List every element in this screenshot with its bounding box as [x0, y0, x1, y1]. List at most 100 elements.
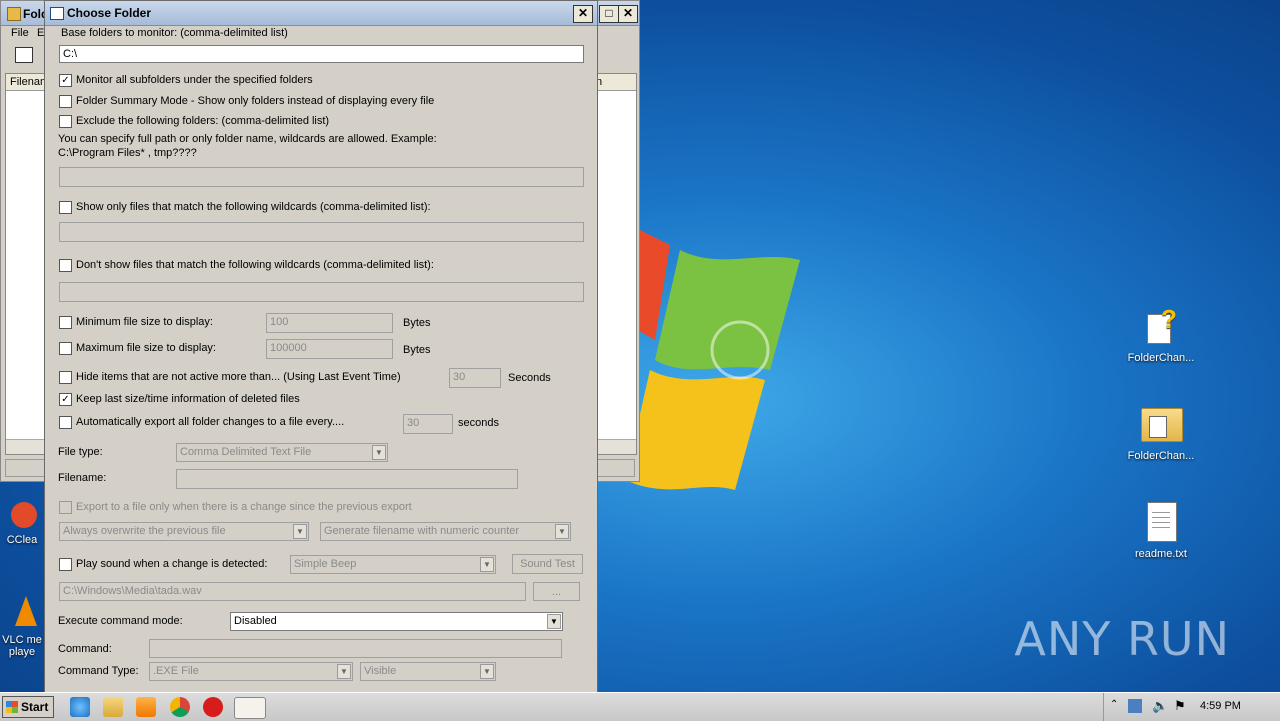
monitor-subfolders-checkbox[interactable]: ✓ [59, 74, 72, 87]
sound-type-select[interactable]: Simple Beep ▼ [290, 555, 496, 574]
chevron-down-icon: ▼ [555, 524, 569, 539]
desktop-icon-folderchanges-folder[interactable]: FolderChan... [1116, 402, 1206, 462]
command-input[interactable] [149, 639, 562, 658]
keep-last-label: Keep last size/time information of delet… [76, 393, 300, 405]
anyrun-watermark: ANY RUN [1014, 612, 1230, 666]
auto-export-label: Automatically export all folder changes … [76, 416, 345, 428]
max-size-label: Maximum file size to display: [76, 342, 216, 354]
chevron-down-icon: ▼ [372, 445, 386, 460]
auto-export-unit: seconds [458, 417, 499, 429]
filename-input[interactable] [176, 469, 518, 489]
min-size-input[interactable]: 100 [266, 313, 393, 333]
exclude-example: C:\Program Files* , tmp???? [58, 147, 197, 159]
show-hidden-icons-icon[interactable]: ⌃ [1110, 699, 1118, 710]
menu-file[interactable]: File [11, 27, 29, 39]
taskbar: Start ⌃ 🔈 ⚑ 4:59 PM [0, 692, 1280, 721]
window-visibility-value: Visible [364, 665, 397, 677]
toolbar-options-icon[interactable] [15, 47, 33, 63]
monitor-subfolders-label: Monitor all subfolders under the specifi… [76, 74, 313, 86]
summary-mode-label: Folder Summary Mode - Show only folders … [76, 95, 435, 107]
desktop-icon-readme[interactable]: readme.txt [1116, 500, 1206, 560]
chevron-down-icon: ▼ [547, 614, 561, 629]
min-size-checkbox[interactable] [59, 316, 72, 329]
sound-type-value: Simple Beep [294, 558, 357, 570]
hide-inactive-checkbox[interactable] [59, 371, 72, 384]
maximize-button[interactable]: □ [599, 5, 619, 23]
system-tray: ⌃ 🔈 ⚑ 4:59 PM [1103, 693, 1280, 721]
sound-file-input[interactable]: C:\Windows\Media\tada.wav [59, 582, 526, 601]
summary-mode-checkbox[interactable] [59, 95, 72, 108]
play-sound-checkbox[interactable] [59, 558, 72, 571]
action-center-flag-icon[interactable]: ⚑ [1174, 698, 1186, 714]
play-sound-label: Play sound when a change is detected: [76, 558, 268, 570]
show-only-input[interactable] [59, 222, 584, 242]
chevron-down-icon: ▼ [293, 524, 307, 539]
desktop-icon-label: VLC me [2, 634, 42, 646]
file-type-select[interactable]: Comma Delimited Text File ▼ [176, 443, 388, 462]
generate-filename-select[interactable]: Generate filename with numeric counter ▼ [320, 522, 571, 541]
min-size-unit: Bytes [403, 317, 431, 329]
dont-show-input[interactable] [59, 282, 584, 302]
close-button[interactable]: ✕ [618, 5, 638, 23]
show-only-checkbox[interactable] [59, 201, 72, 214]
filename-label: Filename: [58, 472, 107, 484]
max-size-checkbox[interactable] [59, 342, 72, 355]
dont-show-label: Don't show files that match the followin… [76, 259, 434, 271]
exclude-folders-checkbox[interactable] [59, 115, 72, 128]
base-folders-input[interactable]: C:\ [59, 45, 584, 63]
execute-command-mode-select[interactable]: Disabled ▼ [230, 612, 563, 631]
text-file-icon [1139, 500, 1183, 544]
folderchangesview-task-icon[interactable] [234, 697, 266, 719]
keep-last-checkbox[interactable]: ✓ [59, 393, 72, 406]
chevron-down-icon: ▼ [480, 664, 494, 679]
desktop-icon-label: FolderChan... [1127, 450, 1195, 462]
volume-icon[interactable]: 🔈 [1152, 698, 1168, 714]
auto-export-interval-input[interactable]: 30 [403, 414, 453, 434]
desktop-icon-vlc[interactable]: VLC me playe [0, 596, 44, 658]
help-file-icon: ? [1139, 304, 1183, 348]
window-visibility-select[interactable]: Visible ▼ [360, 662, 496, 681]
sound-test-button[interactable]: Sound Test [512, 554, 583, 574]
desktop-icon-folderchanges-help[interactable]: ? FolderChan... [1116, 304, 1206, 364]
dont-show-checkbox[interactable] [59, 259, 72, 272]
network-icon[interactable] [1128, 699, 1142, 713]
command-label: Command: [58, 643, 112, 655]
overwrite-select[interactable]: Always overwrite the previous file ▼ [59, 522, 309, 541]
command-type-label: Command Type: [58, 665, 139, 677]
clock[interactable]: 4:59 PM [1200, 700, 1241, 712]
folder-icon [1139, 402, 1183, 446]
browse-sound-button[interactable]: ... [533, 582, 580, 601]
app-icon [7, 7, 21, 21]
export-on-change-checkbox[interactable] [59, 501, 72, 514]
desktop-icon-label: playe [8, 646, 36, 658]
exclude-folders-label: Exclude the following folders: (comma-de… [76, 115, 330, 127]
choose-folder-dialog[interactable]: Choose Folder ✕ Base folders to monitor:… [44, 0, 598, 694]
file-type-label: File type: [58, 446, 103, 458]
dialog-titlebar: Choose Folder ✕ [45, 1, 597, 26]
execute-command-mode-label: Execute command mode: [58, 615, 183, 627]
chrome-icon[interactable] [170, 697, 190, 717]
exclude-folders-input[interactable] [59, 167, 584, 187]
command-type-value: .EXE File [153, 665, 199, 677]
dialog-close-button[interactable]: ✕ [573, 5, 593, 23]
media-player-icon[interactable] [136, 697, 156, 717]
start-button[interactable]: Start [2, 696, 54, 718]
dialog-icon [50, 7, 64, 20]
command-type-select[interactable]: .EXE File ▼ [149, 662, 353, 681]
opera-icon[interactable] [203, 697, 223, 717]
show-only-label: Show only files that match the following… [76, 201, 431, 213]
vlc-icon [7, 596, 37, 630]
desktop-icon-ccleaner[interactable]: CClea [0, 500, 44, 546]
desktop-icon-label: FolderChan... [1127, 352, 1195, 364]
dialog-title: Choose Folder [67, 6, 152, 20]
file-type-value: Comma Delimited Text File [180, 446, 312, 458]
overwrite-value: Always overwrite the previous file [63, 525, 226, 537]
internet-explorer-icon[interactable] [70, 697, 90, 717]
max-size-input[interactable]: 100000 [266, 339, 393, 359]
explorer-folder-icon[interactable] [103, 697, 123, 717]
export-on-change-label: Export to a file only when there is a ch… [76, 501, 412, 513]
hide-inactive-unit: Seconds [508, 372, 551, 384]
start-label: Start [21, 700, 49, 714]
hide-inactive-input[interactable]: 30 [449, 368, 501, 388]
auto-export-checkbox[interactable] [59, 416, 72, 429]
